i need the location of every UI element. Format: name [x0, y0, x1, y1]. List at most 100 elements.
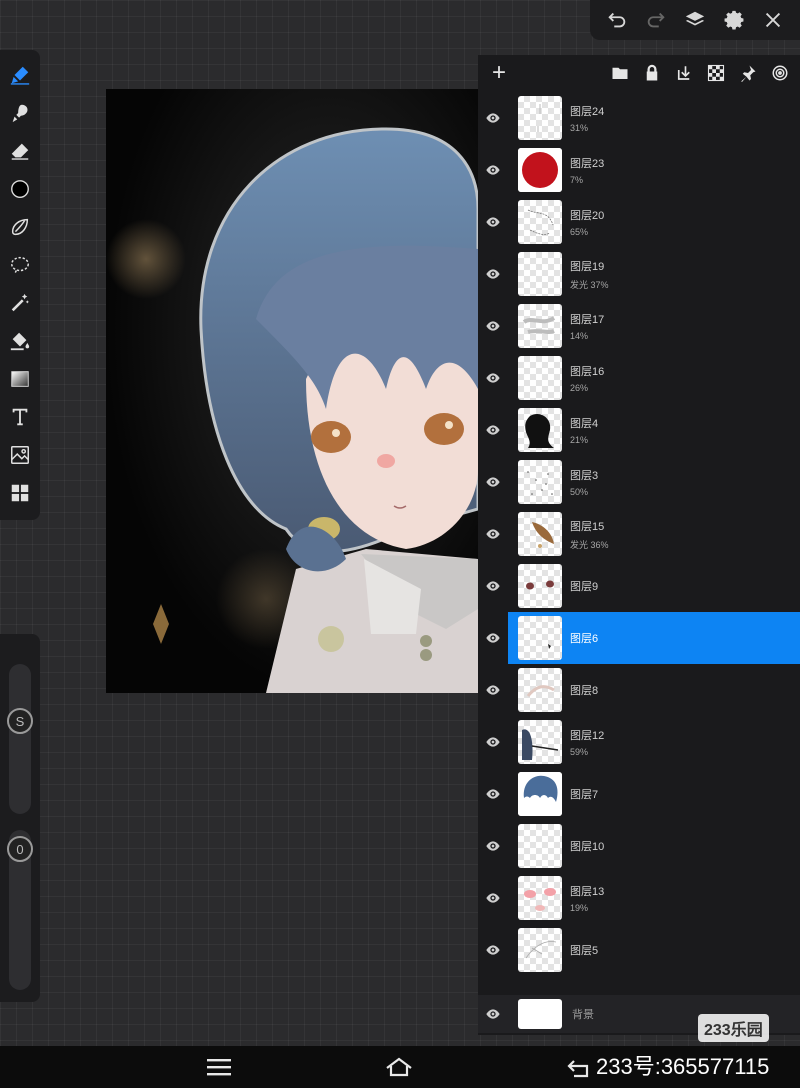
settings-icon[interactable]: [720, 6, 748, 34]
layers-icon[interactable]: [681, 6, 709, 34]
size-label: S: [15, 713, 25, 729]
layer-name: 图层7: [570, 789, 599, 801]
layer-item[interactable]: 图层17 14%: [478, 300, 800, 352]
layer-thumbnail: [518, 148, 562, 192]
eye-icon[interactable]: [478, 266, 508, 282]
eye-icon[interactable]: [478, 890, 508, 906]
layer-row[interactable]: 图层7: [508, 768, 800, 820]
opacity-knob[interactable]: 0: [7, 836, 33, 862]
eye-icon[interactable]: [478, 318, 508, 334]
layer-row[interactable]: 图层13 19%: [508, 872, 800, 924]
lasso-icon[interactable]: [2, 208, 38, 246]
eye-icon[interactable]: [478, 838, 508, 854]
slider-track: S 0: [0, 634, 40, 1002]
layer-row[interactable]: 图层4 21%: [508, 404, 800, 456]
layer-item[interactable]: 图层23 7%: [478, 144, 800, 196]
fill-icon[interactable]: [2, 322, 38, 360]
brush-size-knob[interactable]: S: [7, 708, 33, 734]
layer-name: 图层10: [570, 841, 605, 853]
checker-icon[interactable]: [706, 63, 726, 83]
image-icon[interactable]: [2, 436, 38, 474]
layer-thumbnail: [518, 512, 562, 556]
gradient-icon[interactable]: [2, 360, 38, 398]
brush-icon[interactable]: [2, 56, 38, 94]
layer-row[interactable]: 图层17 14%: [508, 300, 800, 352]
layer-name: 图层4: [570, 418, 599, 430]
pin-icon[interactable]: [738, 63, 758, 83]
eraser-icon[interactable]: [2, 132, 38, 170]
layer-row[interactable]: 图层8: [508, 664, 800, 716]
layer-row[interactable]: 图层23 7%: [508, 144, 800, 196]
eye-icon[interactable]: [478, 422, 508, 438]
layer-name: 图层3: [570, 470, 599, 482]
layer-row[interactable]: 图层16 26%: [508, 352, 800, 404]
eye-icon[interactable]: [478, 734, 508, 750]
layer-name: 图层5: [570, 945, 599, 957]
add-layer-icon[interactable]: +: [488, 59, 510, 87]
layer-opacity: 26%: [570, 383, 589, 393]
layer-item[interactable]: 图层15 发光 36%: [478, 508, 800, 560]
layer-row[interactable]: 图层9: [508, 560, 800, 612]
target-icon[interactable]: [770, 63, 790, 83]
layer-item[interactable]: 图层20 65%: [478, 196, 800, 248]
layer-item[interactable]: 图层4 21%: [478, 404, 800, 456]
layer-item[interactable]: 图层13 19%: [478, 872, 800, 924]
layer-name: 背景: [572, 1009, 594, 1021]
eye-icon[interactable]: [478, 370, 508, 386]
eye-icon[interactable]: [478, 682, 508, 698]
layer-name: 图层20: [570, 210, 605, 222]
layer-item[interactable]: 图层7: [478, 768, 800, 820]
eye-icon[interactable]: [478, 786, 508, 802]
layer-thumbnail: [518, 460, 562, 504]
layer-row[interactable]: 图层15 发光 36%: [508, 508, 800, 560]
layer-row[interactable]: 图层6: [508, 612, 800, 664]
brush-size-slider[interactable]: [9, 664, 31, 814]
eye-icon[interactable]: [478, 1006, 508, 1022]
eye-icon[interactable]: [478, 526, 508, 542]
close-icon[interactable]: [759, 6, 787, 34]
eye-icon[interactable]: [478, 110, 508, 126]
layer-item[interactable]: 图层3 50%: [478, 456, 800, 508]
layer-thumbnail: [518, 720, 562, 764]
menu-icon[interactable]: [205, 1055, 233, 1079]
text-icon[interactable]: [2, 398, 38, 436]
lock-icon[interactable]: [642, 63, 662, 83]
layer-item[interactable]: 图层16 26%: [478, 352, 800, 404]
layer-item[interactable]: 图层6: [478, 612, 800, 664]
magic-wand-icon[interactable]: [2, 284, 38, 322]
layer-panel: + 图层24 31% 图层23 7% 图层20 65% 图层19 发光 37% 图层17 14% 图…: [478, 55, 800, 1035]
layer-item[interactable]: 图层19 发光 37%: [478, 248, 800, 300]
eye-icon[interactable]: [478, 162, 508, 178]
layer-thumbnail: [518, 824, 562, 868]
eye-icon[interactable]: [478, 942, 508, 958]
eye-icon[interactable]: [478, 630, 508, 646]
eye-icon[interactable]: [478, 578, 508, 594]
layer-opacity: 65%: [570, 227, 589, 237]
layer-row[interactable]: 图层5: [508, 924, 800, 976]
layer-item[interactable]: 图层24 31%: [478, 92, 800, 144]
drawing-canvas[interactable]: [106, 89, 478, 693]
eye-icon[interactable]: [478, 214, 508, 230]
layer-item[interactable]: 图层10: [478, 820, 800, 872]
eye-icon[interactable]: [478, 474, 508, 490]
redo-icon[interactable]: [642, 6, 670, 34]
layer-item[interactable]: 图层12 59%: [478, 716, 800, 768]
folder-icon[interactable]: [610, 63, 630, 83]
back-icon[interactable]: [566, 1055, 594, 1079]
layer-item[interactable]: 图层8: [478, 664, 800, 716]
layer-item[interactable]: 图层5: [478, 924, 800, 976]
smudge-icon[interactable]: [2, 94, 38, 132]
layer-row[interactable]: 图层12 59%: [508, 716, 800, 768]
grid-icon[interactable]: [2, 474, 38, 512]
undo-icon[interactable]: [603, 6, 631, 34]
layer-item[interactable]: 图层9: [478, 560, 800, 612]
selection-icon[interactable]: [2, 246, 38, 284]
layer-row[interactable]: 图层10: [508, 820, 800, 872]
merge-down-icon[interactable]: [674, 63, 694, 83]
layer-row[interactable]: 图层19 发光 37%: [508, 248, 800, 300]
color-icon[interactable]: [2, 170, 38, 208]
layer-row[interactable]: 图层24 31%: [508, 92, 800, 144]
home-icon[interactable]: [385, 1055, 413, 1079]
layer-row[interactable]: 图层3 50%: [508, 456, 800, 508]
layer-row[interactable]: 图层20 65%: [508, 196, 800, 248]
